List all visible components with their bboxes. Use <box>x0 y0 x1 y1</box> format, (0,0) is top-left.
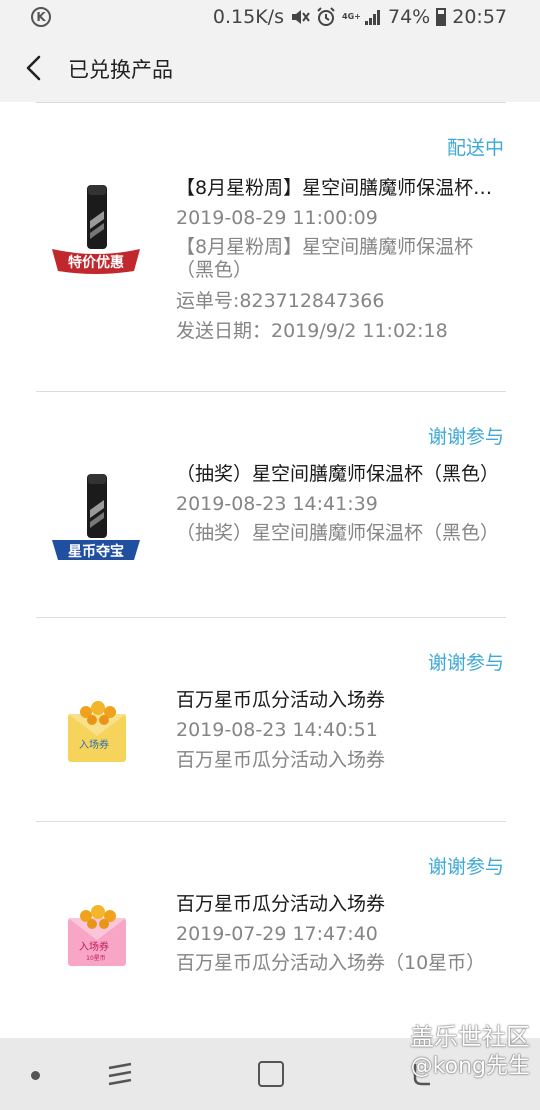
item-title: 【8月星粉周】星空间膳魔师保温杯（黑色） <box>176 177 502 199</box>
status-badge: 谢谢参与 <box>427 856 504 878</box>
alarm-icon <box>317 7 335 26</box>
thumb-label: 入场券 <box>79 738 109 751</box>
chevron-left-icon <box>26 55 41 81</box>
product-thumbnail: 星币夺宝 <box>52 474 140 560</box>
home-button[interactable] <box>258 1061 284 1087</box>
item-title: （抽奖）星空间膳魔师保温杯（黑色） <box>176 463 500 485</box>
ticket-thumbnail: 入场券 10星币 <box>68 905 126 966</box>
app-notification-icon: K <box>31 7 51 27</box>
thumb-label: 特价优惠 <box>68 254 124 271</box>
item-date: 2019-08-23 14:41:39 <box>176 493 378 515</box>
list-item[interactable]: 谢谢参与 入场券 10星币 百万星币瓜分活动入场券 2019-07-29 17:… <box>36 822 506 1038</box>
item-description: 【8月星粉周】星空间膳魔师保温杯（黑色） <box>176 236 474 281</box>
status-badge: 配送中 <box>446 137 504 159</box>
item-title: 百万星币瓜分活动入场券 <box>176 893 386 915</box>
item-description: （抽奖）星空间膳魔师保温杯（黑色） <box>176 522 500 544</box>
recent-apps-icon[interactable] <box>106 1062 134 1088</box>
list-item[interactable]: 谢谢参与 星币夺宝 （抽奖）星空间膳魔师保温杯（黑色） 2019-08-23 1… <box>36 392 506 617</box>
list-item[interactable]: 谢谢参与 入场券 百万星币瓜分活动入场券 2019-08-23 14:40:51… <box>36 618 506 821</box>
watermark-author: @kong先生 <box>410 1054 530 1079</box>
item-info: 百万星币瓜分活动入场券 2019-08-23 14:40:51 百万星币瓜分活动… <box>176 685 506 775</box>
product-thumbnail: 特价优惠 <box>52 185 140 274</box>
status-badge: 谢谢参与 <box>427 652 504 674</box>
list-item[interactable]: 配送中 特价优惠 【8月星粉周】星空间膳魔师保温杯（黑色） 2019-08-29… <box>36 103 506 391</box>
network-type-badge: 4G+ <box>342 12 361 21</box>
ticket-thumbnail: 入场券 <box>68 701 126 762</box>
page-title: 已兑换产品 <box>68 58 173 82</box>
app-header: 已兑换产品 <box>0 36 540 102</box>
battery-percent: 74% <box>388 6 431 28</box>
item-info: 百万星币瓜分活动入场券 2019-07-29 17:47:40 百万星币瓜分活动… <box>176 889 506 979</box>
status-bar: K 0.15K/s 4G+ 74% 20:57 <box>0 0 540 36</box>
tracking-number: 运单号:823712847366 <box>176 290 385 312</box>
status-badge: 谢谢参与 <box>427 426 504 448</box>
item-info: （抽奖）星空间膳魔师保温杯（黑色） 2019-08-23 14:41:39 （抽… <box>176 459 506 549</box>
clock: 20:57 <box>452 6 507 28</box>
item-title: 百万星币瓜分活动入场券 <box>176 689 386 711</box>
thumb-sublabel: 10星币 <box>86 955 106 962</box>
item-date: 2019-08-29 11:00:09 <box>176 207 378 229</box>
item-date: 2019-07-29 17:47:40 <box>176 923 378 945</box>
item-description: 百万星币瓜分活动入场券（10星币） <box>176 952 486 974</box>
watermark-title: 盖乐世社区 <box>410 1023 530 1051</box>
thumb-label: 入场券 <box>79 940 109 953</box>
nav-dot-icon[interactable] <box>31 1071 40 1080</box>
signal-icon <box>365 10 380 25</box>
network-speed: 0.15K/s <box>212 6 284 28</box>
item-description: 百万星币瓜分活动入场券 <box>176 749 386 771</box>
watermark: 盖乐世社区 @kong先生 <box>410 1022 530 1082</box>
item-info: 【8月星粉周】星空间膳魔师保温杯（黑色） 2019-08-29 11:00:09… <box>176 173 506 346</box>
back-button[interactable] <box>18 50 54 86</box>
ship-date: 发送日期：2019/9/2 11:02:18 <box>176 320 448 342</box>
item-date: 2019-08-23 14:40:51 <box>176 719 378 741</box>
battery-icon <box>436 8 447 26</box>
mute-icon <box>292 10 310 24</box>
thumb-label: 星币夺宝 <box>68 543 124 560</box>
